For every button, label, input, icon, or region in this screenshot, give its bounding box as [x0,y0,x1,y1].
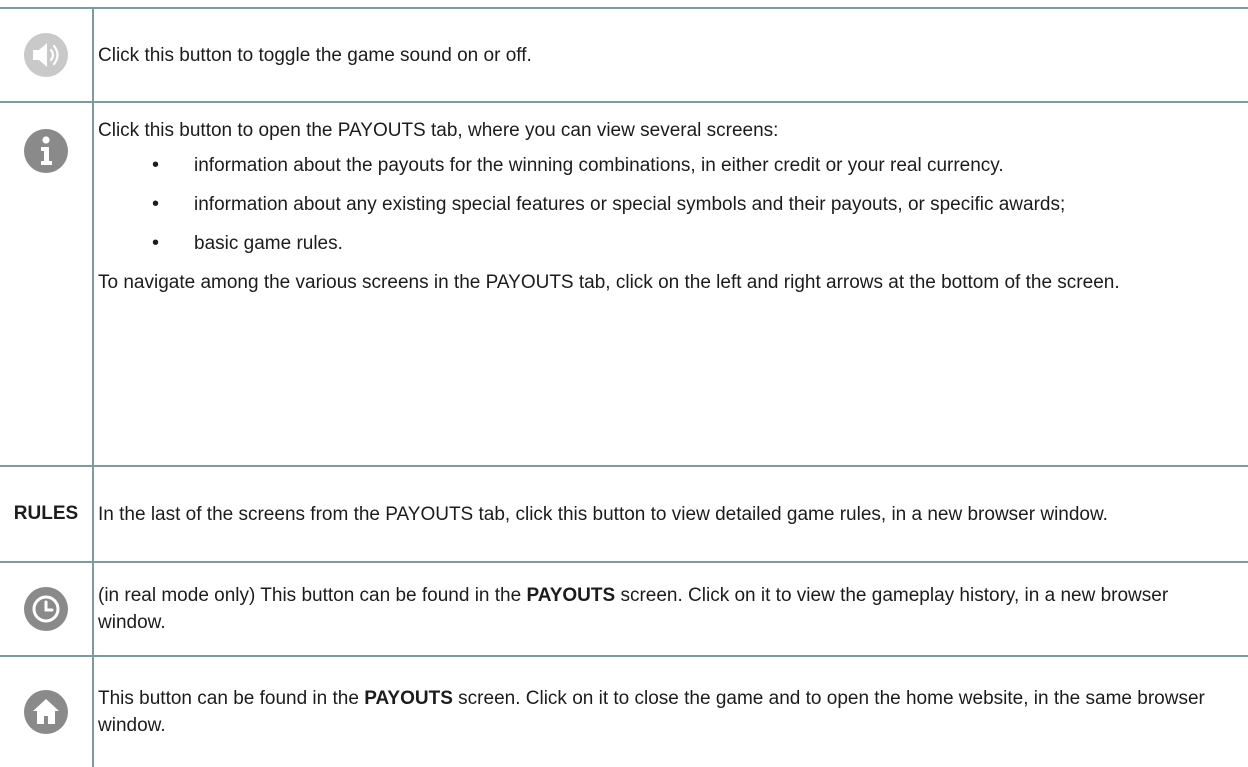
home-description-cell: This button can be found in the PAYOUTS … [92,655,1248,767]
rules-label: RULES [13,503,79,524]
row-home: This button can be found in the PAYOUTS … [0,655,1248,767]
icon-cell [0,655,94,767]
info-description-cell: Click this button to open the PAYOUTS ta… [92,101,1248,467]
payouts-bold: PAYOUTS [526,585,616,606]
icon-cell: RULES [0,465,94,563]
rules-description-cell: In the last of the screens from the PAYO… [92,465,1248,563]
rules-description: In the last of the screens from the PAYO… [98,503,1108,525]
home-description: This button can be found in the PAYOUTS … [98,688,1205,736]
home-icon [24,690,68,734]
row-rules: RULES In the last of the screens from th… [0,465,1248,563]
icon-cell [0,561,94,657]
history-description-cell: (in real mode only) This button can be f… [92,561,1248,657]
list-item: information about any existing special f… [152,191,1238,218]
info-icon [24,129,68,173]
icon-cell [0,7,94,103]
history-clock-icon [24,587,68,631]
sound-description-cell: Click this button to toggle the game sou… [92,7,1248,103]
row-info: Click this button to open the PAYOUTS ta… [0,101,1248,467]
help-table: Click this button to toggle the game sou… [0,7,1248,767]
row-history: (in real mode only) This button can be f… [0,561,1248,657]
row-sound: Click this button to toggle the game sou… [0,7,1248,103]
list-item: basic game rules. [152,230,1238,257]
icon-cell [0,101,94,467]
history-description: (in real mode only) This button can be f… [98,585,1169,633]
list-item: information about the payouts for the wi… [152,152,1238,179]
info-outro: To navigate among the various screens in… [98,272,1120,293]
sound-description: Click this button to toggle the game sou… [98,44,532,66]
payouts-bold: PAYOUTS [364,688,453,709]
sound-icon [24,33,68,77]
info-bullet-list: information about the payouts for the wi… [98,152,1238,257]
info-intro: Click this button to open the PAYOUTS ta… [98,120,779,141]
